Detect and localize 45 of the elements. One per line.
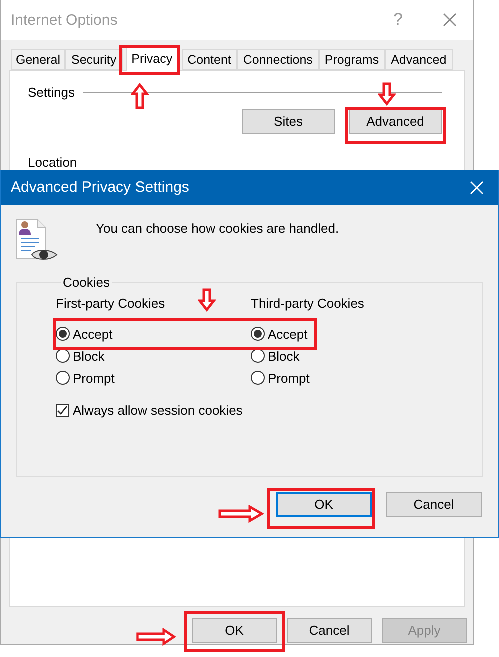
dialog-title: Advanced Privacy Settings [11,179,190,196]
description-text: You can choose how cookies are handled. [96,221,340,236]
arrow-icon [378,82,396,106]
tab[interactable]: Programs [318,49,386,70]
radio-option[interactable]: Accept [251,327,308,341]
arrow-icon [136,628,176,646]
settings-button[interactable]: Sites [242,109,335,134]
arrow-icon [131,83,149,110]
section-heading: Location [28,155,78,170]
dialog-button[interactable]: Cancel [287,618,372,643]
checkbox-option[interactable]: Always allow session cookies [56,403,243,418]
radio-option[interactable]: Prompt [56,371,115,385]
radio-button[interactable] [251,349,265,363]
dialog-button[interactable]: OK [192,618,277,643]
radio-option[interactable]: Accept [56,327,113,341]
radio-button[interactable] [251,327,265,341]
tab[interactable]: General [11,49,66,70]
arrow-icon [198,288,216,312]
tab[interactable]: Advanced [385,49,453,70]
highlight-frame [119,45,180,75]
arrow-icon [218,505,264,523]
group-label: Cookies [62,275,111,290]
section-heading: Settings [28,85,75,100]
settings-button[interactable]: Advanced [349,109,442,134]
dialog-button[interactable]: Cancel [386,492,482,517]
radio-option[interactable]: Prompt [251,371,310,385]
column-heading: First-party Cookies [56,296,166,311]
dialog-button[interactable]: OK [276,492,372,517]
close-button[interactable] [443,13,457,27]
window-title: Internet Options [11,12,119,28]
tab[interactable]: Content [182,49,238,70]
tab[interactable]: Security [65,49,123,70]
radio-option[interactable]: Block [56,349,105,363]
close-icon [443,13,457,27]
radio-button[interactable] [251,371,265,385]
tab[interactable]: Privacy [126,46,179,71]
checkbox[interactable] [56,404,69,417]
radio-button[interactable] [56,327,70,341]
radio-button[interactable] [56,349,70,363]
close-icon [470,180,484,194]
column-heading: Third-party Cookies [251,296,364,311]
radio-option[interactable]: Block [251,349,300,363]
radio-button[interactable] [56,371,70,385]
tab[interactable]: Connections [237,49,319,70]
privacy-document-icon [16,219,58,263]
